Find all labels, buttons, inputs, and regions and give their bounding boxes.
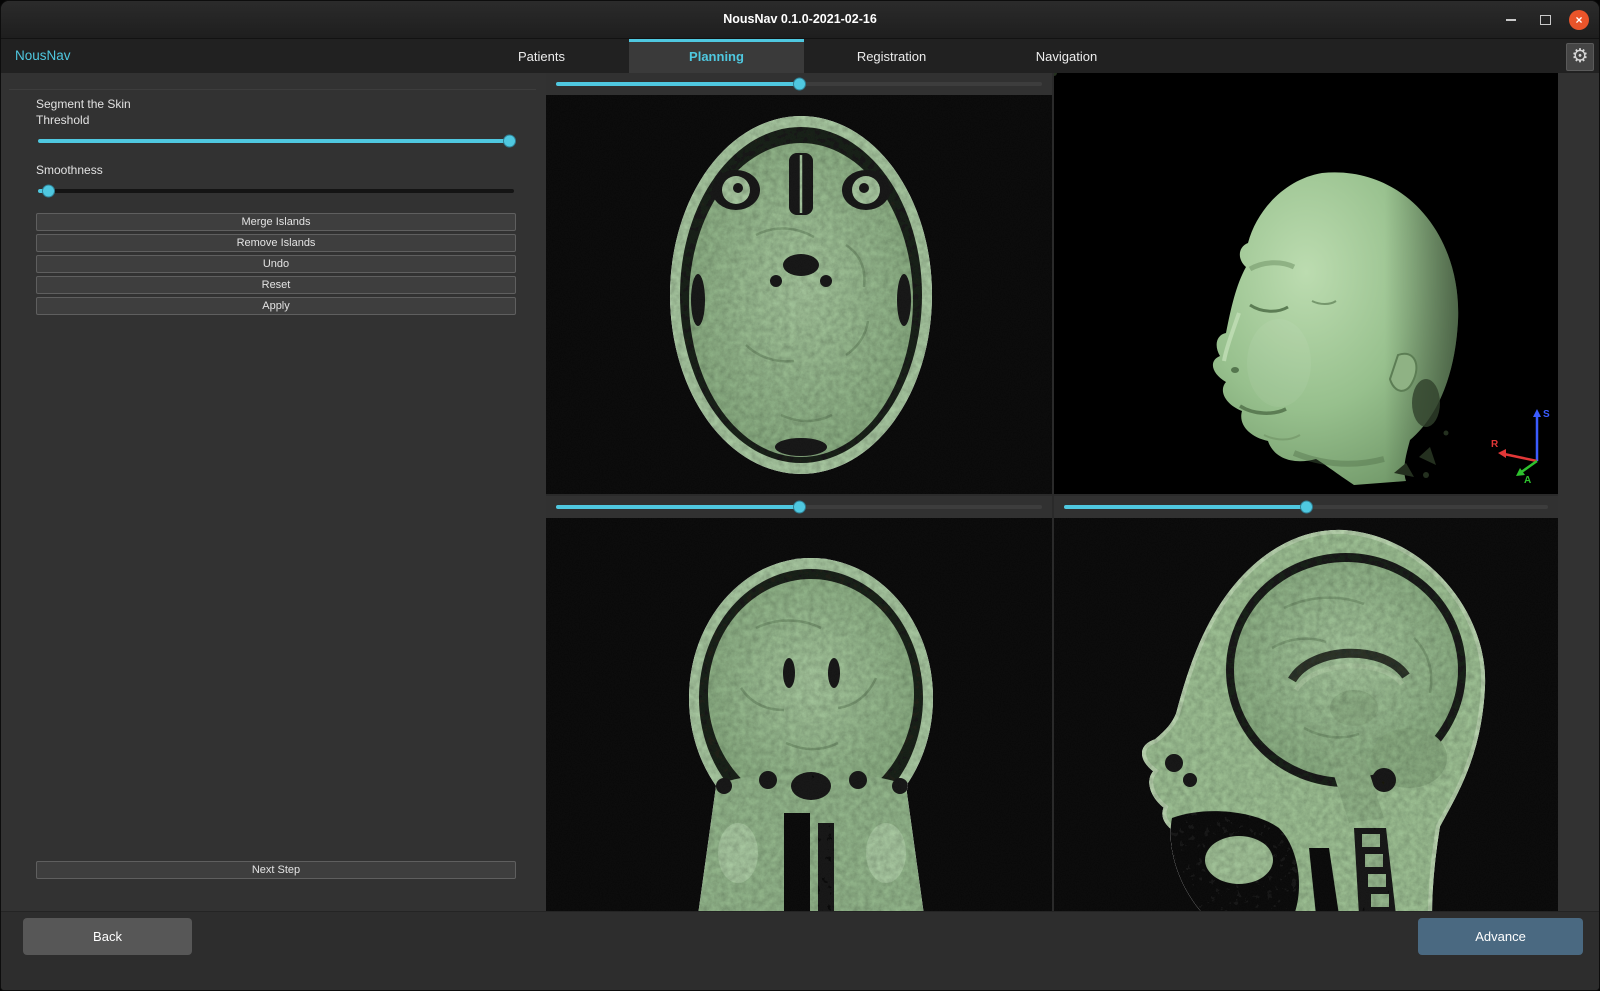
threshold-slider[interactable]: [36, 133, 516, 149]
threshold-slider-track[interactable]: [38, 139, 514, 143]
section-title: Segment the Skin: [36, 97, 516, 111]
minimize-button[interactable]: [1501, 10, 1521, 30]
axial-slider-fill: [556, 82, 799, 86]
model3d-canvas[interactable]: S R A: [1054, 73, 1558, 494]
tab-patients[interactable]: Patients: [454, 39, 629, 73]
sagittal-slider-handle[interactable]: [1300, 501, 1313, 514]
back-button[interactable]: Back: [23, 918, 192, 955]
coronal-canvas[interactable]: [546, 518, 1052, 915]
tab-planning[interactable]: Planning: [629, 39, 804, 73]
maximize-button[interactable]: [1535, 10, 1555, 30]
main-navbar: NousNav Patients Planning Registration N…: [1, 39, 1599, 74]
remove-islands-button[interactable]: Remove Islands: [36, 234, 516, 252]
axial-viewport: [546, 73, 1052, 494]
apply-button[interactable]: Apply: [36, 297, 516, 315]
planning-sidebar: Segment the Skin Threshold Smoothness: [1, 73, 547, 912]
sagittal-slider-strip: [1054, 496, 1558, 518]
reset-button[interactable]: Reset: [36, 276, 516, 294]
coronal-slider-fill: [556, 505, 799, 509]
tab-navigation[interactable]: Navigation: [979, 39, 1154, 73]
coronal-slider-strip: [546, 496, 1052, 518]
sagittal-viewport: [1054, 496, 1558, 915]
content-area: Segment the Skin Threshold Smoothness: [1, 73, 1599, 912]
coronal-slider-handle[interactable]: [793, 501, 806, 514]
coronal-slider-track[interactable]: [556, 505, 1042, 509]
app-window: NousNav 0.1.0-2021-02-16 × NousNav Patie…: [0, 0, 1600, 991]
sagittal-canvas[interactable]: [1054, 518, 1558, 915]
footer-bar: Back Advance: [1, 911, 1599, 990]
axial-slice-slider[interactable]: [554, 76, 1044, 92]
threshold-slider-handle[interactable]: [503, 135, 516, 148]
segmentation-buttons: Merge Islands Remove Islands Undo Reset …: [36, 213, 516, 315]
window-title: NousNav 0.1.0-2021-02-16: [1, 1, 1599, 38]
smoothness-slider[interactable]: [36, 183, 516, 199]
sagittal-slice-slider[interactable]: [1062, 499, 1550, 515]
sagittal-slider-track[interactable]: [1064, 505, 1548, 509]
merge-islands-button[interactable]: Merge Islands: [36, 213, 516, 231]
threshold-label: Threshold: [36, 113, 516, 127]
threshold-slider-fill: [38, 139, 509, 143]
groupbox-border: [9, 89, 536, 90]
tab-registration[interactable]: Registration: [804, 39, 979, 73]
close-button[interactable]: ×: [1569, 10, 1589, 30]
axial-slider-handle[interactable]: [793, 78, 806, 91]
titlebar[interactable]: NousNav 0.1.0-2021-02-16 ×: [1, 1, 1599, 39]
settings-gear-icon[interactable]: ⚙: [1566, 43, 1594, 71]
sagittal-slider-fill: [1064, 505, 1306, 509]
axial-slider-strip: [546, 73, 1052, 95]
minimize-icon: [1506, 19, 1516, 21]
undo-button[interactable]: Undo: [36, 255, 516, 273]
axis-label-superior: S: [1543, 409, 1550, 420]
smoothness-slider-fill: [38, 189, 48, 193]
window-controls: ×: [1501, 1, 1589, 38]
axis-label-anterior: A: [1524, 475, 1531, 486]
maximize-icon: [1540, 15, 1551, 25]
app-logo: NousNav: [15, 39, 71, 73]
axis-label-right: R: [1491, 439, 1499, 450]
coronal-slice-slider[interactable]: [554, 499, 1044, 515]
smoothness-label: Smoothness: [36, 163, 516, 177]
smoothness-slider-handle[interactable]: [42, 185, 55, 198]
main-tabs: Patients Planning Registration Navigatio…: [454, 39, 1154, 73]
axial-canvas[interactable]: [546, 95, 1052, 494]
next-step-button[interactable]: Next Step: [36, 861, 516, 879]
viewport-grid: S R A: [546, 73, 1558, 912]
axial-slider-track[interactable]: [556, 82, 1042, 86]
smoothness-slider-track[interactable]: [38, 189, 514, 193]
coronal-viewport: [546, 496, 1052, 915]
advance-button[interactable]: Advance: [1418, 918, 1583, 955]
model3d-viewport: S R A: [1054, 73, 1558, 494]
